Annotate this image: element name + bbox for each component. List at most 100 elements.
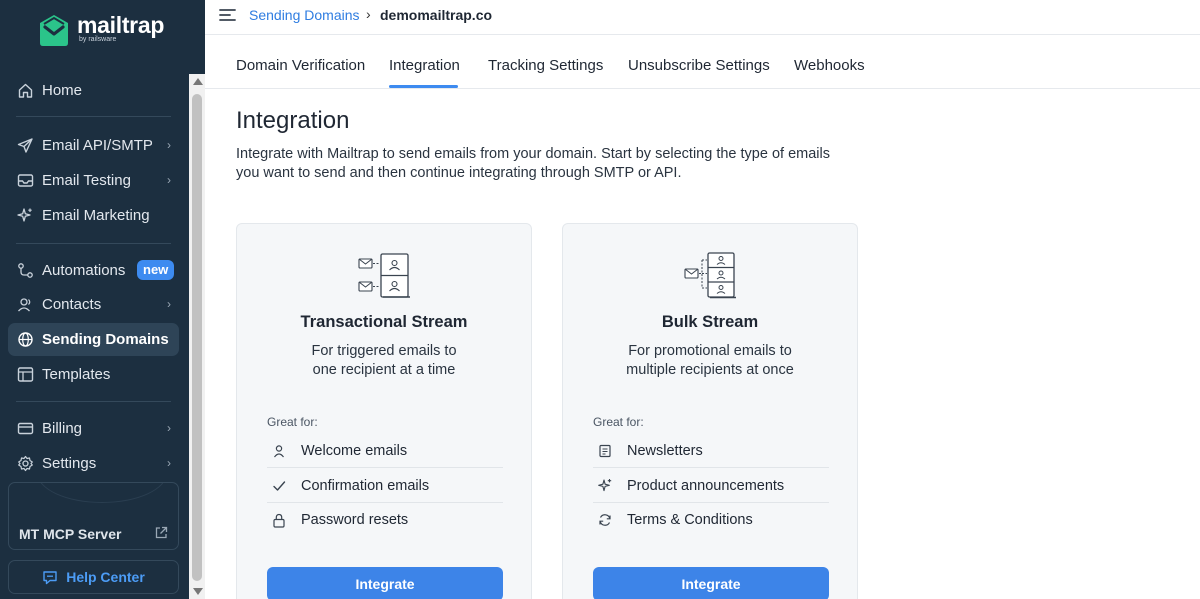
- transactional-stream-card: Transactional Stream For triggered email…: [236, 223, 532, 599]
- brand-name: mailtrap: [77, 12, 165, 38]
- feature-label: Welcome emails: [301, 442, 408, 459]
- integrate-bulk-button[interactable]: Integrate: [593, 567, 829, 599]
- feature-label: Password resets: [301, 512, 409, 528]
- great-for-label: Great for:: [593, 415, 644, 429]
- automation-icon: [18, 263, 33, 278]
- sidebar-item-contacts[interactable]: Contacts ›: [8, 288, 179, 321]
- user-icon: [274, 444, 284, 457]
- mcp-server-card[interactable]: MT MCP Server: [8, 482, 179, 550]
- chevron-right-icon: ›: [167, 421, 171, 435]
- chevron-right-icon: ›: [167, 297, 171, 311]
- check-icon: [273, 480, 286, 491]
- top-header: Sending Domains › demomailtrap.co: [205, 0, 1200, 35]
- sidebar-item-label: Billing: [42, 420, 83, 437]
- sidebar-item-label: Templates: [42, 366, 111, 383]
- scroll-down-arrow-icon[interactable]: [193, 588, 203, 595]
- chevron-right-icon: ›: [167, 138, 171, 152]
- feature-label: Newsletters: [627, 442, 703, 459]
- scroll-thumb[interactable]: [192, 94, 202, 581]
- tab-webhooks[interactable]: Webhooks: [794, 57, 865, 74]
- mcp-decoration: [37, 483, 167, 503]
- card-description-line: multiple recipients at once: [626, 362, 794, 378]
- sidebar-scrollbar[interactable]: [189, 74, 205, 599]
- sidebar-item-email-testing[interactable]: Email Testing ›: [8, 164, 179, 197]
- feature-item: Password resets: [267, 503, 503, 537]
- feature-label: Product announcements: [627, 477, 785, 494]
- transactional-stream-illustration: [358, 253, 410, 298]
- tab-unsubscribe-settings[interactable]: Unsubscribe Settings: [628, 57, 770, 74]
- contacts-icon: [18, 298, 31, 312]
- sidebar-item-label: Home: [42, 82, 83, 99]
- mailtrap-logo-icon: [40, 15, 68, 46]
- breadcrumb-separator: ›: [366, 6, 371, 22]
- home-icon: [18, 83, 33, 98]
- tab-integration[interactable]: Integration: [389, 57, 460, 74]
- external-link-icon: [155, 526, 168, 539]
- feature-item: Product announcements: [593, 469, 829, 503]
- nav-divider: [16, 401, 171, 402]
- card-description: For triggered emails to one recipient at…: [267, 342, 501, 380]
- sidebar-item-label: Automations: [42, 262, 126, 279]
- sidebar-item-label: Email API/SMTP: [42, 137, 153, 154]
- tab-tracking-settings[interactable]: Tracking Settings: [488, 57, 603, 74]
- feature-item: Confirmation emails: [267, 469, 503, 503]
- breadcrumb-current-domain: demomailtrap.co: [380, 7, 493, 23]
- help-center-label: Help Center: [66, 569, 145, 585]
- integrate-transactional-button[interactable]: Integrate: [267, 567, 503, 599]
- templates-icon: [17, 367, 34, 382]
- new-badge: new: [137, 260, 175, 280]
- feature-item: Newsletters: [593, 434, 829, 468]
- page-title: Integration: [236, 107, 350, 134]
- nav-divider: [16, 116, 171, 117]
- tab-domain-verification[interactable]: Domain Verification: [236, 57, 365, 74]
- menu-icon[interactable]: [219, 8, 236, 22]
- card-title: Transactional Stream: [300, 313, 468, 331]
- globe-icon: [18, 332, 33, 347]
- chevron-right-icon: ›: [167, 173, 171, 187]
- mailtrap-logo[interactable]: mailtrap by railsware: [37, 13, 164, 49]
- feature-label: Confirmation emails: [301, 477, 430, 494]
- sidebar-item-automations[interactable]: Automations new: [8, 254, 179, 287]
- newsletter-icon: [599, 444, 611, 457]
- bulk-stream-card: Bulk Stream For promotional emails to mu…: [562, 223, 858, 599]
- refresh-icon: [599, 514, 611, 526]
- active-tab-indicator: [389, 85, 458, 88]
- bulk-stream-illustration: [684, 252, 736, 299]
- billing-icon: [17, 422, 34, 435]
- feature-label: Terms & Conditions: [627, 512, 753, 528]
- sidebar-item-email-marketing[interactable]: Email Marketing: [8, 199, 179, 232]
- sidebar-fill: [189, 0, 205, 74]
- sparkle-icon: [597, 479, 611, 492]
- lock-icon: [273, 513, 285, 528]
- card-description-line: For triggered emails to: [311, 343, 457, 359]
- domain-tabs: Domain Verification Integration Tracking…: [205, 35, 1200, 89]
- sidebar-item-label: Email Marketing: [42, 207, 150, 224]
- help-center-button[interactable]: Help Center: [8, 560, 179, 594]
- inbox-icon: [17, 174, 34, 187]
- scroll-up-arrow-icon[interactable]: [193, 78, 203, 85]
- feature-item: Terms & Conditions: [593, 503, 829, 537]
- sidebar-item-label: Contacts: [42, 296, 102, 313]
- card-title: Bulk Stream: [661, 313, 759, 331]
- sidebar-item-home[interactable]: Home: [8, 74, 179, 107]
- chat-icon: [43, 570, 57, 584]
- breadcrumb-sending-domains[interactable]: Sending Domains: [249, 7, 360, 23]
- send-icon: [17, 138, 33, 153]
- great-for-label: Great for:: [267, 415, 318, 429]
- nav-divider: [16, 243, 171, 244]
- settings-icon: [18, 455, 33, 472]
- sidebar-item-label: Sending Domains: [42, 331, 169, 348]
- sidebar-item-templates[interactable]: Templates: [8, 358, 179, 391]
- sidebar-item-billing[interactable]: Billing ›: [8, 412, 179, 445]
- sidebar-item-email-api-smtp[interactable]: Email API/SMTP ›: [8, 129, 179, 162]
- card-description-line: For promotional emails to: [628, 343, 792, 359]
- sidebar-item-label: Email Testing: [42, 172, 131, 189]
- sidebar-item-sending-domains[interactable]: Sending Domains: [8, 323, 179, 356]
- sidebar-item-settings[interactable]: Settings ›: [8, 447, 179, 480]
- sparkle-icon: [17, 208, 32, 222]
- page-intro: Integrate with Mailtrap to send emails f…: [236, 146, 830, 181]
- card-description: For promotional emails to multiple recip…: [593, 342, 827, 380]
- card-description-line: one recipient at a time: [312, 362, 456, 378]
- chevron-right-icon: ›: [167, 456, 171, 470]
- sidebar-item-label: Settings: [42, 455, 97, 472]
